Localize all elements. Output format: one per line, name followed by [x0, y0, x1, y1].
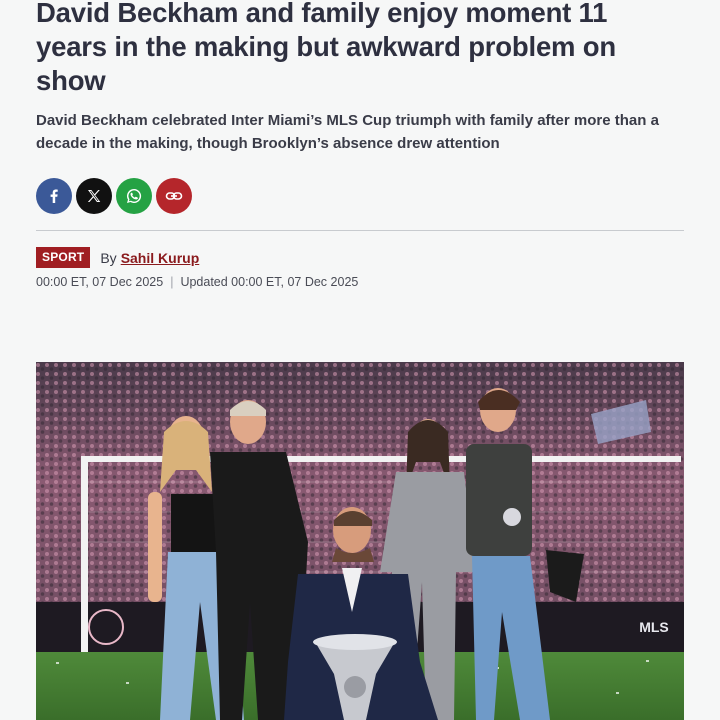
whatsapp-share-button[interactable]	[116, 178, 152, 214]
published-date: 00:00 ET, 07 Dec 2025	[36, 275, 164, 289]
link-icon	[165, 192, 183, 200]
x-share-button[interactable]	[76, 178, 112, 214]
facebook-share-button[interactable]	[36, 178, 72, 214]
copy-link-button[interactable]	[156, 178, 192, 214]
date-separator: |	[170, 275, 174, 289]
author-link[interactable]: Sahil Kurup	[121, 250, 200, 266]
byline: SPORT By Sahil Kurup	[36, 247, 199, 268]
category-badge[interactable]: SPORT	[36, 247, 91, 268]
hero-photo: MLS	[36, 362, 684, 720]
stadium-sign: MLS	[639, 619, 669, 635]
headline: David Beckham and family enjoy moment 11…	[36, 0, 616, 96]
whatsapp-icon	[127, 188, 142, 203]
updated-date: Updated 00:00 ET, 07 Dec 2025	[180, 275, 359, 289]
standfirst: David Beckham celebrated Inter Miami’s M…	[36, 112, 659, 152]
by-label: By	[100, 249, 117, 266]
dateline: 00:00 ET, 07 Dec 2025 | Updated 00:00 ET…	[36, 275, 358, 289]
hero-image: MLS	[36, 362, 684, 720]
facebook-icon	[50, 189, 58, 203]
share-bar	[36, 178, 192, 214]
divider	[36, 230, 684, 231]
x-icon	[87, 190, 101, 202]
